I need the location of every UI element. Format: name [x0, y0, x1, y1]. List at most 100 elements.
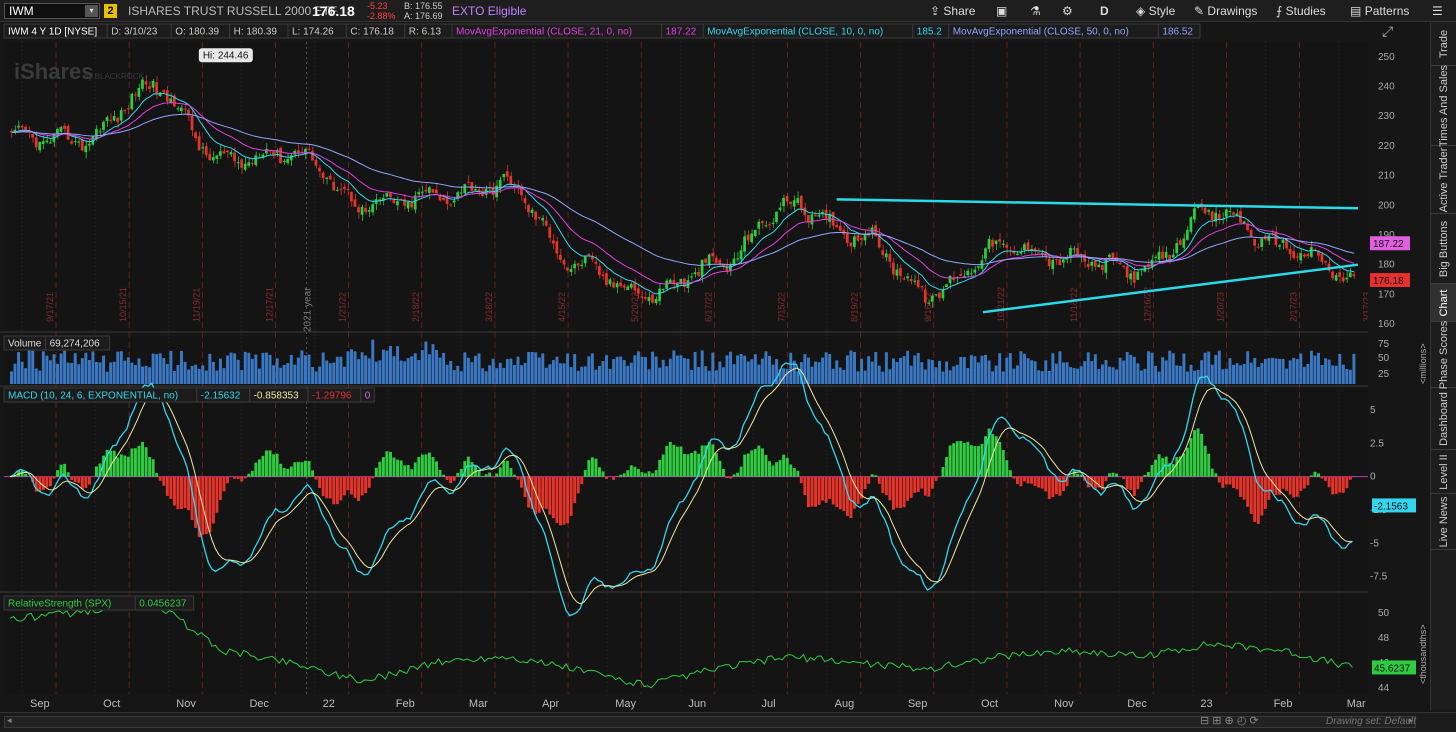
- volume-bar: [286, 363, 290, 384]
- sidebar-tab-active-trader[interactable]: Active Trader: [1431, 146, 1456, 214]
- candle: [73, 141, 77, 143]
- price-axis-tick: 180: [1378, 260, 1395, 271]
- x-axis-tick: Sep: [30, 698, 50, 710]
- volume-bar: [211, 361, 215, 384]
- volume-bar: [66, 362, 70, 384]
- candle: [474, 189, 477, 191]
- candle: [583, 256, 587, 264]
- candle: [987, 238, 991, 249]
- zoom-icons[interactable]: ⊟ ⊞ ⊕ ◴ ⟳: [1200, 714, 1259, 727]
- macd-histogram-bar: [332, 476, 336, 505]
- x-axis-tick: Jun: [688, 698, 706, 710]
- macd-histogram-bar: [881, 476, 885, 493]
- volume-bar: [1317, 352, 1320, 384]
- sidebar-tab-level-ii[interactable]: Level II: [1431, 450, 1456, 494]
- volume-bar: [279, 367, 283, 384]
- volume-bar: [484, 371, 488, 384]
- volume-bar: [1235, 363, 1239, 384]
- volume-bar: [424, 341, 428, 384]
- volume-bar: [806, 357, 810, 384]
- volume-bar: [1143, 368, 1147, 384]
- candle: [498, 179, 502, 189]
- chevron-down-icon[interactable]: ▾: [85, 5, 98, 17]
- candle: [141, 79, 144, 89]
- pane-bg-p: [4, 42, 1368, 330]
- macd-histogram-bar: [601, 471, 605, 477]
- menu-button[interactable]: ☰: [1432, 0, 1443, 22]
- macd-histogram-bar: [413, 462, 417, 477]
- candle: [690, 276, 693, 278]
- candle: [1334, 275, 1338, 281]
- settings-button[interactable]: ⚙: [1062, 0, 1073, 22]
- drawings-button[interactable]: ✎ Drawings: [1194, 0, 1257, 22]
- aggregation-button[interactable]: D: [1100, 0, 1109, 22]
- volume-bar: [583, 366, 587, 384]
- share-button[interactable]: ⇪ Share: [930, 0, 975, 22]
- candle: [321, 172, 325, 178]
- expiry-label: 9/17/21: [45, 292, 55, 322]
- sidebar-tab-dashboard[interactable]: Dashboard: [1431, 388, 1456, 450]
- symbol-input[interactable]: IWM ▾: [4, 3, 100, 19]
- macd-histogram-bar: [1040, 476, 1044, 489]
- screenshot-button[interactable]: ▣: [996, 0, 1007, 22]
- sidebar-tab-live-news[interactable]: Live News: [1431, 494, 1456, 550]
- sidebar-tab-label: Trade: [1438, 29, 1450, 58]
- volume-bar: [1037, 370, 1041, 384]
- candle: [644, 297, 647, 299]
- flask-button[interactable]: ⚗: [1030, 0, 1041, 22]
- x-axis-tick: Feb: [396, 698, 415, 710]
- patterns-button[interactable]: ▤ Patterns: [1350, 0, 1409, 22]
- x-axis-tick: 23: [1200, 698, 1212, 710]
- volume-bar: [930, 359, 934, 384]
- expand-icon[interactable]: ⤢: [1382, 23, 1393, 39]
- scroll-left-icon[interactable]: ◂: [7, 715, 12, 726]
- chart-canvas[interactable]: 9/17/21 10/15/21 11/19/21 12/17/21 1/21/22 2/…: [0, 22, 1430, 710]
- style-button[interactable]: ◈ Style: [1136, 0, 1175, 22]
- candle: [1104, 258, 1108, 273]
- link-badge[interactable]: 2: [104, 4, 117, 18]
- candle: [332, 181, 336, 191]
- volume-bar: [569, 367, 573, 384]
- macd-histogram-bar: [665, 445, 669, 477]
- candle: [941, 289, 945, 299]
- candle: [59, 127, 63, 132]
- volume-bar: [133, 365, 137, 384]
- macd-histogram-bar: [640, 472, 644, 477]
- sidebar-tab-times-and-sales[interactable]: Times And Sales: [1431, 64, 1456, 147]
- macd-histogram-bar: [810, 476, 814, 507]
- price-axis-tick: 210: [1378, 171, 1395, 182]
- candle: [371, 204, 375, 213]
- candle: [799, 195, 803, 210]
- candle: [927, 302, 931, 304]
- candle: [165, 90, 169, 102]
- sidebar-tab-phase-scores[interactable]: Phase Scores: [1431, 320, 1456, 389]
- macd-histogram-bar: [1026, 476, 1030, 484]
- volume-bar: [938, 360, 941, 384]
- candle: [782, 197, 785, 207]
- macd-histogram-bar: [654, 470, 658, 477]
- macd-histogram-bar: [84, 476, 88, 488]
- candle: [183, 108, 187, 110]
- macd-histogram-bar: [378, 461, 382, 477]
- macd-histogram-bar: [902, 476, 906, 508]
- sidebar-tab-big-buttons[interactable]: Big Buttons: [1431, 214, 1456, 284]
- volume-bar: [406, 358, 410, 384]
- sidebar-tab-trade[interactable]: Trade: [1431, 22, 1456, 66]
- sidebar-tab-chart[interactable]: Chart: [1431, 284, 1456, 322]
- macd-histogram-bar: [1019, 476, 1023, 487]
- macd-histogram-bar: [257, 459, 261, 477]
- volume-bar: [721, 367, 725, 384]
- volume-bar: [399, 360, 403, 384]
- candle: [211, 157, 215, 161]
- chart-area[interactable]: 9/17/21 10/15/21 11/19/21 12/17/21 1/21/22 2/…: [0, 22, 1430, 710]
- candle: [1108, 254, 1111, 258]
- studies-button[interactable]: ⨍ Studies: [1276, 0, 1326, 22]
- candle: [1093, 260, 1097, 267]
- macd-histogram-bar: [236, 476, 240, 480]
- candle: [785, 195, 789, 202]
- volume-bar: [1008, 353, 1012, 384]
- macd-histogram-bar: [381, 457, 385, 477]
- price-legend-text: MovAvgExponential (CLOSE, 21, 0, no): [456, 27, 632, 38]
- volume-bar: [909, 365, 913, 384]
- candle: [853, 236, 856, 247]
